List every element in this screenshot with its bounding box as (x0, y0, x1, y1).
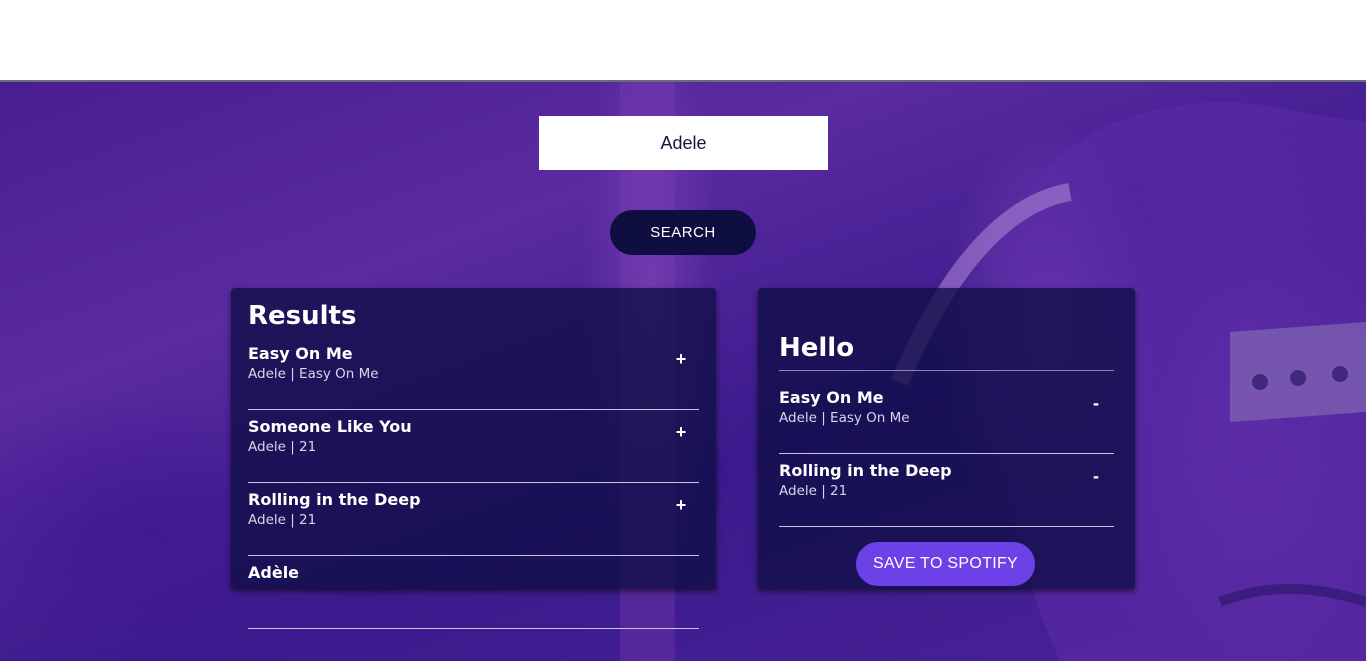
results-heading: Results (248, 301, 357, 331)
track-title: Adèle (248, 563, 300, 582)
top-header-bar (0, 0, 1366, 82)
result-track: Adèle (248, 557, 699, 629)
remove-track-button[interactable]: - (1086, 392, 1106, 414)
remove-track-button[interactable]: - (1086, 465, 1106, 487)
playlist-name[interactable]: Hello (779, 332, 1114, 364)
add-track-button[interactable]: + (671, 421, 691, 443)
track-artist-album: Adele | Easy On Me (248, 366, 379, 382)
add-track-button[interactable]: + (671, 494, 691, 516)
track-artist-album: Adele | 21 (779, 483, 848, 499)
result-track: Someone Like You Adele | 21 + (248, 411, 699, 483)
playlist-track: Easy On Me Adele | Easy On Me - (779, 382, 1114, 454)
playlist-track: Rolling in the Deep Adele | 21 - (779, 455, 1114, 527)
search-input[interactable] (539, 116, 828, 170)
save-to-spotify-button[interactable]: SAVE TO SPOTIFY (856, 542, 1035, 586)
track-title: Easy On Me (248, 344, 353, 363)
track-artist-album: Adele | Easy On Me (779, 410, 910, 426)
track-title: Rolling in the Deep (248, 490, 421, 509)
track-title: Rolling in the Deep (779, 461, 952, 480)
result-track: Rolling in the Deep Adele | 21 + (248, 484, 699, 556)
add-track-button[interactable]: + (671, 348, 691, 370)
track-artist-album: Adele | 21 (248, 512, 317, 528)
track-artist-album: Adele | 21 (248, 439, 317, 455)
search-button[interactable]: SEARCH (610, 210, 756, 255)
track-title: Someone Like You (248, 417, 412, 436)
playlist-name-row: Hello (779, 332, 1114, 371)
results-panel: Results Easy On Me Adele | Easy On Me + … (231, 288, 716, 629)
result-track: Easy On Me Adele | Easy On Me + (248, 338, 699, 410)
track-title: Easy On Me (779, 388, 884, 407)
